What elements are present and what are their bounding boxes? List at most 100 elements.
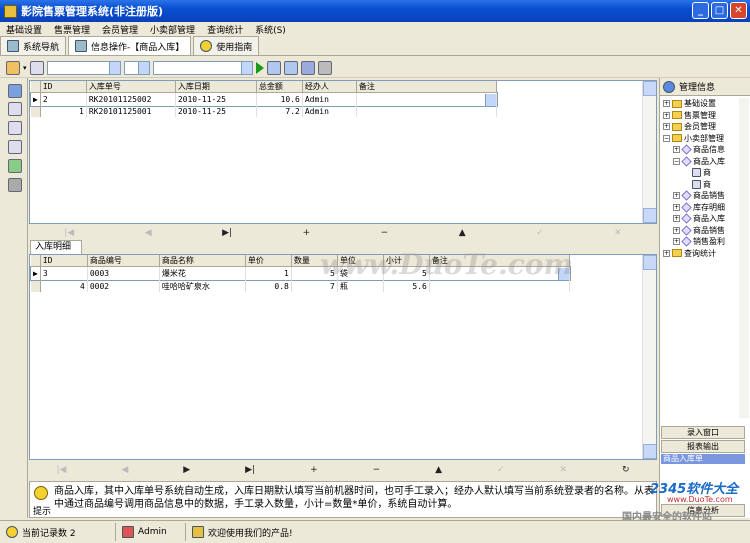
nav-add-button[interactable]: + bbox=[310, 465, 318, 475]
cell-date[interactable]: 2010-11-25 bbox=[175, 92, 257, 107]
cell-code[interactable]: 0003 bbox=[87, 266, 160, 281]
cell-amount[interactable]: 7.2 bbox=[256, 106, 303, 117]
cell-id[interactable]: 3 bbox=[40, 266, 88, 281]
cell-id[interactable]: 1 bbox=[40, 106, 87, 117]
col-amount[interactable]: 总金额 bbox=[256, 81, 303, 93]
tree-node[interactable]: + 会员管理 bbox=[663, 121, 739, 133]
table-row[interactable]: 1 RK20101125001 2010-11-25 7.2 Admin bbox=[30, 106, 498, 117]
edit-pencil-icon[interactable] bbox=[6, 60, 20, 75]
maximize-button[interactable]: □ bbox=[711, 2, 728, 19]
expand-icon[interactable]: + bbox=[673, 226, 680, 234]
detail-scrollbar[interactable] bbox=[642, 255, 656, 459]
col-order-no[interactable]: 入库单号 bbox=[86, 81, 176, 93]
master-scrollbar[interactable] bbox=[642, 81, 656, 223]
cell-note[interactable] bbox=[356, 92, 497, 107]
tree-node[interactable]: + 商品信息 bbox=[663, 144, 739, 156]
cell-note[interactable] bbox=[429, 280, 570, 292]
delete-bin-icon[interactable] bbox=[8, 178, 22, 192]
search-all-icon[interactable] bbox=[283, 60, 298, 75]
tab-info-operation[interactable]: 信息操作-【商品入库】 bbox=[68, 36, 192, 55]
nav-refresh-button[interactable]: ↻ bbox=[622, 465, 630, 475]
tree-node[interactable]: + 查询统计 bbox=[663, 248, 739, 260]
menu-query-stats[interactable]: 查询统计 bbox=[201, 23, 249, 36]
card-view-icon[interactable] bbox=[8, 140, 22, 154]
tree-node[interactable]: 商 bbox=[663, 179, 739, 191]
nav-post-button[interactable]: ✓ bbox=[536, 228, 544, 238]
col-handler[interactable]: 经办人 bbox=[302, 81, 357, 93]
nav-edit-button[interactable]: ▲ bbox=[459, 228, 466, 238]
cell-order-no[interactable]: RK20101125002 bbox=[86, 92, 176, 107]
nav-prev-button[interactable]: ◀ bbox=[145, 228, 152, 238]
tree-view-icon[interactable] bbox=[8, 102, 22, 116]
dropdown-arrow-icon[interactable]: ▾ bbox=[23, 64, 27, 72]
expand-icon[interactable]: + bbox=[663, 249, 670, 257]
refresh-icon[interactable] bbox=[300, 60, 315, 75]
menu-shop-mgmt[interactable]: 小卖部管理 bbox=[144, 23, 201, 36]
selected-form-item[interactable]: 商品入库单 bbox=[661, 454, 745, 464]
grid-view-icon[interactable] bbox=[8, 84, 22, 98]
nav-last-button[interactable]: ▶| bbox=[222, 228, 232, 238]
nav-edit-button[interactable]: ▲ bbox=[435, 465, 442, 475]
print-icon[interactable] bbox=[317, 60, 332, 75]
expand-icon[interactable]: + bbox=[663, 100, 670, 108]
cell-price[interactable]: 1 bbox=[245, 266, 292, 281]
table-row[interactable]: 4 0002 哇哈哈矿泉水 0.8 7 瓶 5.6 bbox=[30, 280, 571, 292]
tree-scrollbar[interactable] bbox=[739, 98, 749, 418]
find-icon[interactable] bbox=[29, 60, 44, 75]
menu-system[interactable]: 系统(S) bbox=[249, 23, 292, 36]
col-note[interactable]: 备注 bbox=[356, 81, 497, 93]
tab-system-nav[interactable]: 系统导航 bbox=[0, 36, 67, 55]
cell-qty[interactable]: 7 bbox=[291, 280, 338, 292]
nav-first-button[interactable]: |◀ bbox=[64, 228, 74, 238]
report-output-button[interactable]: 报表输出 bbox=[661, 440, 745, 453]
tree-node[interactable]: 商 bbox=[663, 167, 739, 179]
expand-icon[interactable]: + bbox=[673, 203, 680, 211]
nav-delete-button[interactable]: − bbox=[373, 465, 381, 475]
minimize-button[interactable]: _ bbox=[692, 2, 709, 19]
menu-member-mgmt[interactable]: 会员管理 bbox=[96, 23, 144, 36]
nav-cancel-button[interactable]: ✕ bbox=[614, 228, 622, 238]
expand-icon[interactable]: + bbox=[663, 123, 670, 131]
nav-prev-button[interactable]: ◀ bbox=[121, 465, 128, 475]
expand-icon[interactable]: + bbox=[663, 111, 670, 119]
expand-icon[interactable]: + bbox=[673, 215, 680, 223]
nav-cancel-button[interactable]: ✕ bbox=[559, 465, 567, 475]
tree-node[interactable]: + 商品销售 bbox=[663, 190, 739, 202]
cell-id[interactable]: 4 bbox=[40, 280, 88, 292]
operator-select[interactable] bbox=[123, 60, 150, 75]
nav-post-button[interactable]: ✓ bbox=[497, 465, 505, 475]
col-date[interactable]: 入库日期 bbox=[175, 81, 257, 93]
col-name[interactable]: 商品名称 bbox=[159, 255, 246, 267]
tree-node[interactable]: − 商品入库 bbox=[663, 156, 739, 168]
chart-icon[interactable] bbox=[8, 159, 22, 173]
cell-price[interactable]: 0.8 bbox=[245, 280, 292, 292]
cell-amount[interactable]: 10.6 bbox=[256, 92, 303, 107]
tree-node[interactable]: − 小卖部管理 bbox=[663, 133, 739, 145]
cell-date[interactable]: 2010-11-25 bbox=[175, 106, 257, 117]
master-grid[interactable]: ID 入库单号 入库日期 总金额 经办人 备注 ▶ 2 RK2010112500… bbox=[29, 80, 657, 224]
col-id[interactable]: ID bbox=[40, 81, 87, 93]
collapse-icon[interactable]: − bbox=[673, 157, 680, 165]
form-view-icon[interactable] bbox=[8, 121, 22, 135]
tab-user-guide[interactable]: 使用指南 bbox=[193, 36, 260, 55]
tree-node[interactable]: + 基础设置 bbox=[663, 98, 739, 110]
expand-icon[interactable]: + bbox=[673, 146, 680, 154]
tree-node[interactable]: + 库存明细 bbox=[663, 202, 739, 214]
nav-next-button[interactable]: ▶ bbox=[183, 465, 190, 475]
management-tree[interactable]: + 基础设置 + 售票管理 + 会员管理 − 小卖部管理 + 商品信息 − 商品入库商商 + 商品销售 + 库… bbox=[663, 98, 739, 259]
detail-grid[interactable]: ID 商品编号 商品名称 单价 数量 单位 小计 备注 ▶ 3 0003 爆米花… bbox=[29, 254, 657, 460]
cell-unit[interactable]: 瓶 bbox=[337, 280, 384, 292]
tree-node[interactable]: + 销售盈利 bbox=[663, 236, 739, 248]
tree-node[interactable]: + 售票管理 bbox=[663, 110, 739, 122]
nav-last-button[interactable]: ▶| bbox=[245, 465, 255, 475]
cell-name[interactable]: 爆米花 bbox=[159, 266, 246, 281]
nav-add-button[interactable]: + bbox=[303, 228, 311, 238]
expand-icon[interactable]: + bbox=[673, 192, 680, 200]
expand-icon[interactable]: + bbox=[673, 238, 680, 246]
tree-node[interactable]: + 商品入库 bbox=[663, 213, 739, 225]
run-query-icon[interactable] bbox=[255, 61, 264, 74]
collapse-icon[interactable]: − bbox=[663, 134, 670, 142]
table-row[interactable]: ▶ 2 RK20101125002 2010-11-25 10.6 Admin bbox=[30, 92, 498, 107]
cell-name[interactable]: 哇哈哈矿泉水 bbox=[159, 280, 246, 292]
cell-id[interactable]: 2 bbox=[40, 92, 87, 107]
